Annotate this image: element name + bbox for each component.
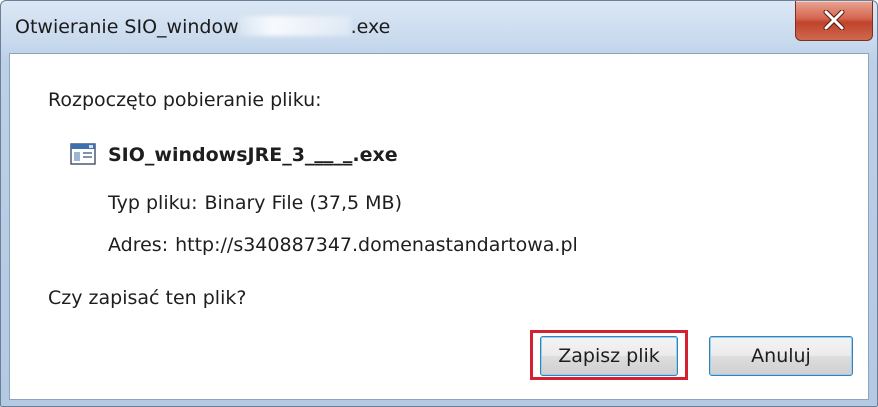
close-icon — [823, 10, 845, 30]
file-address-label: Adres: — [108, 234, 169, 256]
window-title: Otwieranie SIO_window .exe — [15, 16, 390, 38]
download-dialog-window: Otwieranie SIO_window .exe Rozpoczęto pob… — [0, 0, 878, 407]
save-file-button[interactable]: Zapisz plik — [540, 336, 678, 376]
file-type-row: Typ pliku: Binary File (37,5 MB) — [108, 192, 402, 214]
executable-file-icon — [70, 143, 96, 165]
file-type-value: Binary File (37,5 MB) — [204, 192, 403, 214]
file-address-value: http://s340887347.domenastandartowa.pl — [175, 234, 578, 256]
title-bar[interactable]: Otwieranie SIO_window .exe — [1, 1, 877, 53]
save-question: Czy zapisać ten plik? — [48, 287, 247, 309]
window-title-suffix: .exe — [350, 16, 391, 38]
file-address-row: Adres: http://s340887347.domenastandartow… — [108, 234, 578, 256]
window-title-prefix: Otwieranie SIO_window — [15, 16, 239, 38]
file-type-label: Typ pliku: — [108, 192, 198, 214]
download-heading: Rozpoczęto pobieranie pliku: — [48, 89, 322, 111]
redacted-region — [238, 16, 351, 36]
close-button[interactable] — [795, 1, 873, 41]
dialog-content: Rozpoczęto pobieranie pliku: SIO_windows… — [9, 53, 869, 400]
cancel-button[interactable]: Anuluj — [709, 336, 853, 376]
file-name: SIO_windowsJRE_3_‗‗_‗.exe — [108, 144, 398, 166]
